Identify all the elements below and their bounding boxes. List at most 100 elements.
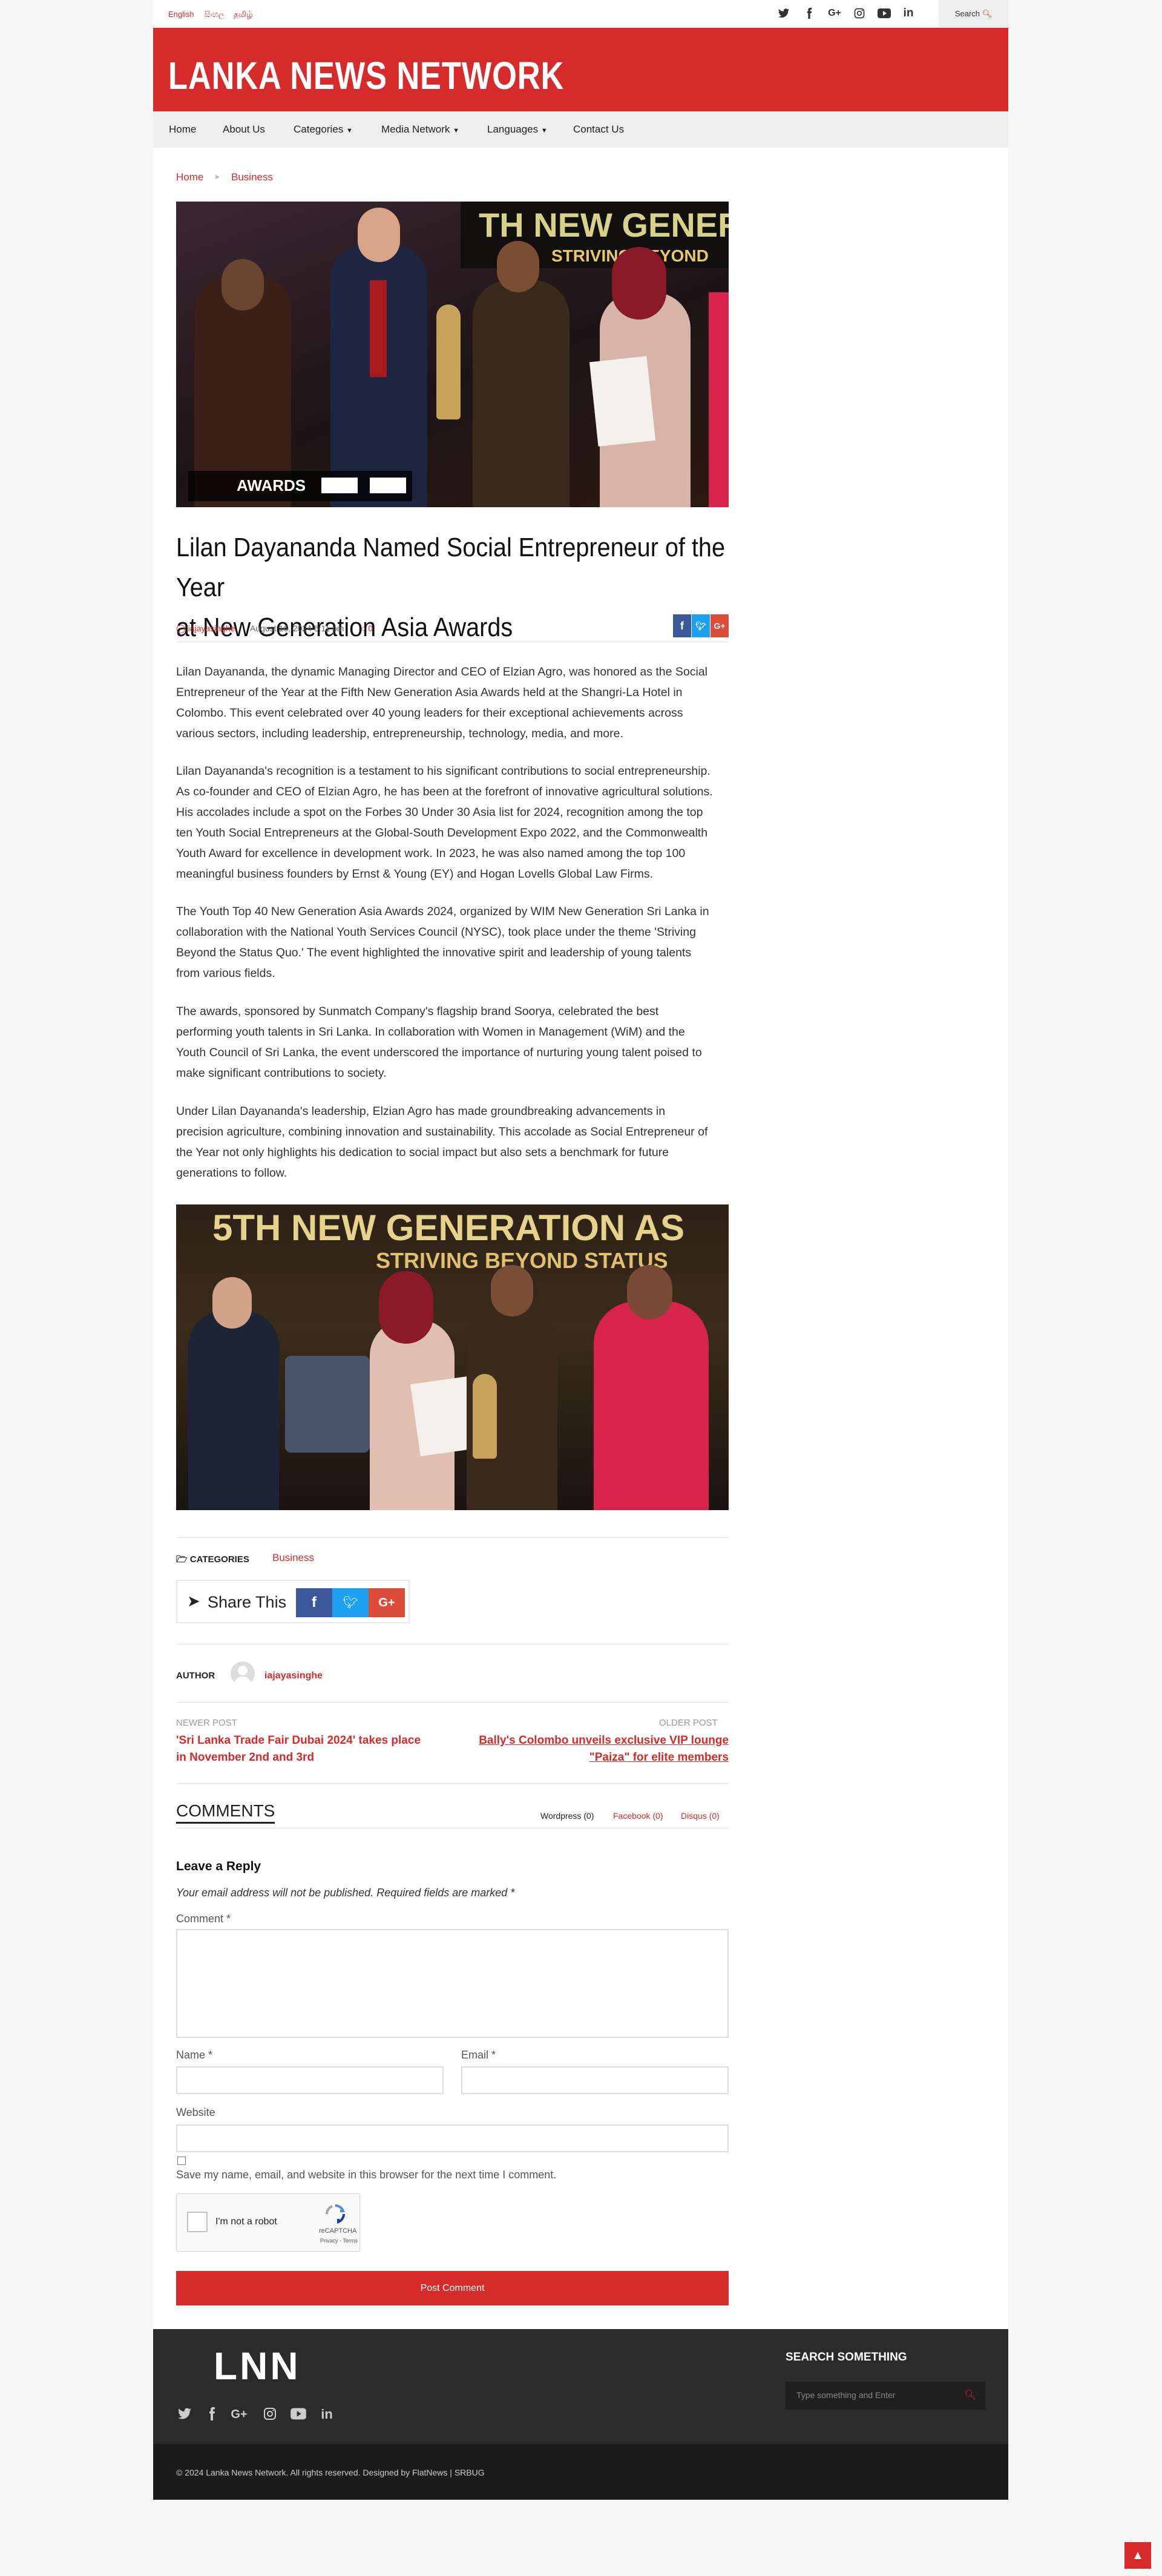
paragraph-line: ten Youth Social Entrepreneurs at the Gl… [176, 826, 708, 840]
save-info-label: Save my name, email, and website in this… [176, 2169, 557, 2181]
paragraph-line: the Year not only highlights his dedicat… [176, 1146, 669, 1159]
comment-icon: ○ [361, 623, 366, 633]
breadcrumb-separator-icon: ▸ [215, 171, 220, 181]
share-facebook-button[interactable]: f [296, 1588, 332, 1617]
author-link[interactable]: iajayasinghe [264, 1671, 323, 1681]
newer-post-label: NEWER POST [176, 1718, 237, 1728]
article-paragraph: The Youth Top 40 New Generation Asia Awa… [176, 901, 729, 984]
share-google-button[interactable]: G+ [369, 1588, 405, 1617]
person-silhouette [473, 280, 570, 507]
folder-icon: 🗁︎ [176, 1554, 188, 1565]
newer-post-link[interactable]: 'Sri Lanka Trade Fair Dubai 2024' takes … [176, 1732, 421, 1766]
paper-plane-icon: ➤ [187, 1592, 200, 1610]
category-link[interactable]: Business [272, 1552, 314, 1564]
paragraph-line: Lilan Dayananda, the dynamic Managing Di… [176, 665, 708, 678]
site-logo[interactable]: LANKA NEWS NETWORK [168, 53, 564, 98]
nav-languages-label: Languages [487, 123, 539, 135]
email-label: Email * [461, 2049, 496, 2061]
name-field[interactable] [176, 2066, 444, 2094]
paragraph-line: Beyond the Status Quo.' The event highli… [176, 946, 692, 959]
avatar-body [234, 1677, 252, 1686]
linkedin-icon[interactable]: in [318, 2407, 335, 2422]
comment-textarea[interactable] [176, 1929, 729, 2038]
footer-search-placeholder: Type something and Enter [796, 2390, 896, 2400]
awards-label: AWARDS [237, 476, 306, 494]
person-silhouette [594, 1301, 709, 1510]
facebook-icon[interactable] [803, 7, 815, 19]
facebook-icon[interactable] [203, 2407, 220, 2425]
share-google-button[interactable]: G+ [711, 614, 729, 637]
categories-label-text: CATEGORIES [189, 1554, 249, 1565]
language-tamil[interactable]: தமிழ் [234, 10, 253, 20]
twitter-icon[interactable] [176, 2407, 193, 2425]
facebook-icon: f [312, 1594, 317, 1611]
post-date: August 16, 2024 6:11 pm [250, 623, 344, 633]
paragraph-line: Under Lilan Dayananda's leadership, Elzi… [176, 1105, 666, 1118]
nav-media-network[interactable]: Media Network ▼ [381, 123, 459, 136]
paragraph-line: Youth Council of Sri Lanka, the event un… [176, 1046, 702, 1059]
tab-disqus[interactable]: Disqus (0) [681, 1811, 720, 1821]
author-meta[interactable]: ◯ iajayasinghe [176, 623, 235, 634]
top-bar: English සිංහල தமிழ் G+ in Search 🔍︎ [153, 0, 1008, 28]
site-header: LANKA NEWS NETWORK [153, 28, 1008, 111]
linkedin-icon[interactable]: in [902, 7, 914, 19]
google-plus-icon[interactable]: G+ [826, 7, 843, 19]
comments-heading: COMMENTS [176, 1801, 275, 1824]
footer-logo[interactable]: LNN [214, 2344, 301, 2388]
search-icon[interactable]: 🔍︎ [964, 2389, 976, 2401]
author-box-label: AUTHOR [176, 1671, 215, 1681]
paragraph-line: Youth Award for excellence in developmen… [176, 847, 686, 860]
reply-title: Leave a Reply [176, 1859, 261, 1873]
language-sinhala[interactable]: සිංහල [205, 10, 225, 19]
instagram-icon[interactable] [853, 7, 865, 19]
nav-languages[interactable]: Languages ▼ [487, 123, 548, 136]
breadcrumb-home[interactable]: Home [176, 171, 203, 183]
article-paragraph: Under Lilan Dayananda's leadership, Elzi… [176, 1101, 729, 1183]
tab-wordpress[interactable]: Wordpress (0) [540, 1811, 594, 1821]
nav-home[interactable]: Home [169, 123, 196, 136]
back-to-top-button[interactable]: ▲ [1124, 2542, 1151, 2569]
recaptcha-label: I'm not a robot [215, 2216, 277, 2227]
share-twitter-button[interactable]: 🐦︎ [332, 1588, 369, 1617]
language-english[interactable]: English [168, 10, 194, 19]
youtube-icon[interactable] [290, 2407, 307, 2425]
divider [176, 1702, 729, 1703]
banner-text: 5TH NEW GENERATION AS [212, 1208, 685, 1248]
search-button[interactable]: Search 🔍︎ [939, 0, 1008, 28]
trophy-image [436, 304, 461, 419]
website-field[interactable] [176, 2124, 729, 2152]
article-hero-image: TH NEW GENERAT STRIVING BEYOND AWARDS [176, 202, 729, 507]
user-icon: ◯ [176, 623, 186, 633]
youtube-icon[interactable] [877, 7, 891, 19]
comment-count[interactable]: ○ 0 [361, 623, 373, 633]
google-plus-icon[interactable]: G+ [228, 2407, 250, 2422]
older-post-title-line: "Paiza" for elite members [589, 1751, 729, 1764]
paragraph-line: As co-founder and CEO of Elzian Agro, he… [176, 785, 713, 798]
nav-categories[interactable]: Categories ▼ [294, 123, 353, 136]
twitter-icon[interactable] [778, 7, 790, 19]
chevron-down-icon: ▼ [346, 127, 353, 134]
footer-search-input[interactable]: Type something and Enter 🔍︎ [786, 2382, 985, 2410]
facebook-icon: f [680, 620, 684, 632]
tab-facebook[interactable]: Facebook (0) [613, 1811, 663, 1821]
chevron-down-icon: ▼ [540, 127, 548, 134]
recaptcha-terms[interactable]: Privacy - Terms [320, 2238, 358, 2244]
nav-contact-us[interactable]: Contact Us [573, 123, 624, 136]
article-body-image: 5TH NEW GENERATION AS STRIVING BEYOND ST… [176, 1204, 729, 1510]
chevron-up-icon: ▲ [1132, 2549, 1144, 2562]
older-post-link[interactable]: Bally's Colombo unveils exclusive VIP lo… [456, 1732, 729, 1766]
post-comment-button[interactable]: Post Comment [176, 2271, 729, 2305]
page-container: English සිංහල தமிழ் G+ in Search 🔍︎ LANK… [153, 0, 1008, 2500]
paragraph-line: meaningful business founders by Ernst & … [176, 867, 654, 881]
nav-about-us[interactable]: About Us [223, 123, 265, 136]
breadcrumb-section[interactable]: Business [231, 171, 273, 183]
person-head [212, 1277, 252, 1329]
email-field[interactable] [461, 2066, 729, 2094]
share-this-label: Share This [208, 1593, 287, 1611]
share-facebook-button[interactable]: f [673, 614, 691, 637]
person-hijab [612, 247, 666, 320]
save-info-checkbox[interactable] [177, 2157, 186, 2165]
instagram-icon[interactable] [261, 2407, 278, 2425]
share-twitter-button[interactable]: 🐦︎ [692, 614, 710, 637]
recaptcha-checkbox[interactable] [187, 2212, 208, 2232]
